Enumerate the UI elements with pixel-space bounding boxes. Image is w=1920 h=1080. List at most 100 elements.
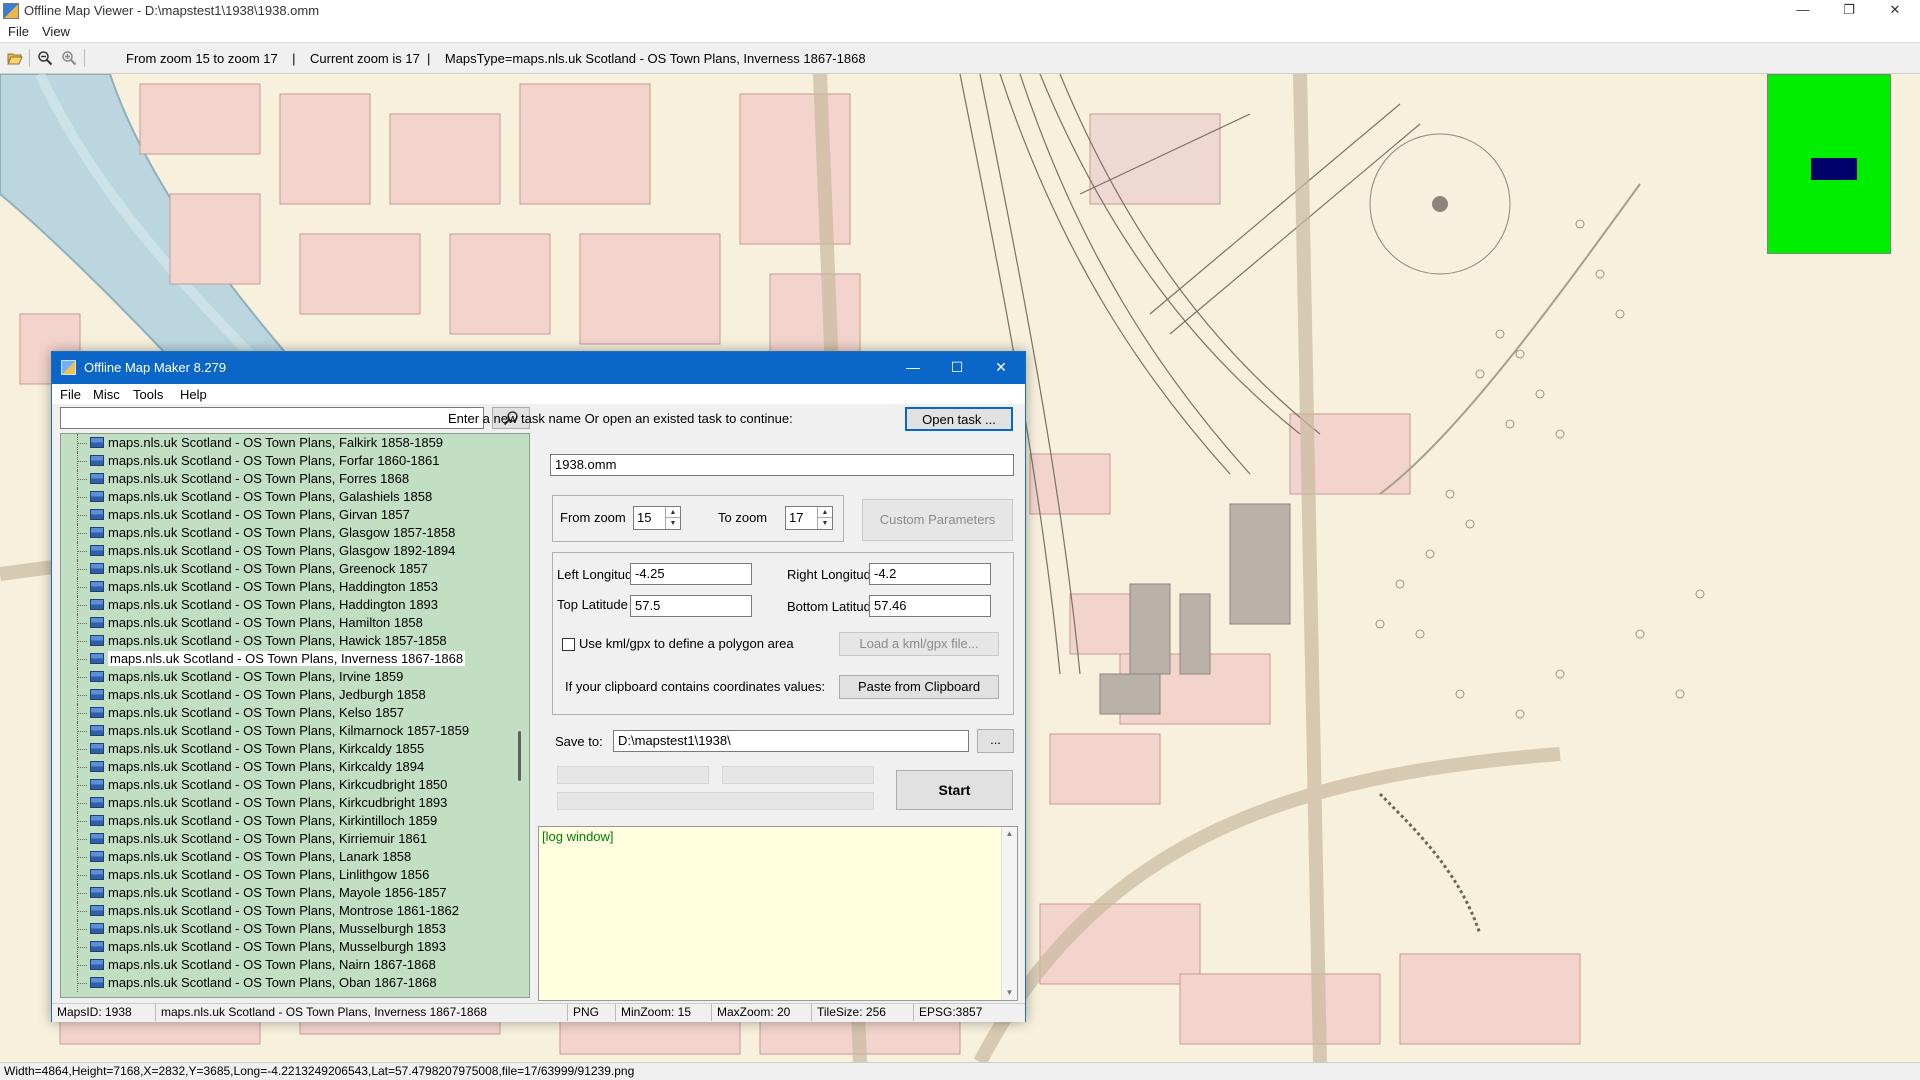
log-scrollbar[interactable]: ▲ ▼ <box>1001 827 1017 1000</box>
map-tile-icon <box>90 797 104 808</box>
save-to-label: Save to: <box>555 734 603 749</box>
map-tile-icon <box>90 617 104 628</box>
browse-folder-button[interactable]: ... <box>977 729 1014 753</box>
dialog-title: Offline Map Maker 8.279 <box>84 360 227 375</box>
map-list-item[interactable]: maps.nls.uk Scotland - OS Town Plans, Je… <box>61 686 511 704</box>
map-type-tree[interactable]: maps.nls.uk Scotland - OS Town Plans, Fa… <box>60 433 530 998</box>
minimap-viewport[interactable] <box>1811 158 1857 180</box>
map-list-item[interactable]: maps.nls.uk Scotland - OS Town Plans, Mo… <box>61 902 511 920</box>
map-list-item[interactable]: maps.nls.uk Scotland - OS Town Plans, La… <box>61 848 511 866</box>
right-longitude-field[interactable]: -4.2 <box>869 563 991 585</box>
to-zoom-value: 17 <box>789 510 804 525</box>
map-tile-icon <box>90 959 104 970</box>
map-list-item[interactable]: maps.nls.uk Scotland - OS Town Plans, Mu… <box>61 920 511 938</box>
map-list-item[interactable]: maps.nls.uk Scotland - OS Town Plans, Ki… <box>61 758 511 776</box>
map-list-item-label: maps.nls.uk Scotland - OS Town Plans, Ke… <box>108 705 405 720</box>
spin-down-icon[interactable]: ▼ <box>818 518 832 529</box>
map-list-item[interactable]: maps.nls.uk Scotland - OS Town Plans, Li… <box>61 866 511 884</box>
kml-checkbox[interactable] <box>562 638 575 651</box>
scroll-down-icon[interactable]: ▼ <box>1002 986 1017 1000</box>
map-list-item[interactable]: maps.nls.uk Scotland - OS Town Plans, Mu… <box>61 938 511 956</box>
close-button[interactable]: ✕ <box>1872 0 1918 22</box>
bottom-latitude-field[interactable]: 57.46 <box>869 595 991 617</box>
map-tile-icon <box>90 653 104 664</box>
map-list-item-label: maps.nls.uk Scotland - OS Town Plans, Gl… <box>108 543 456 558</box>
dialog-menu-misc[interactable]: Misc <box>93 387 120 402</box>
map-list-item[interactable]: maps.nls.uk Scotland - OS Town Plans, Na… <box>61 956 511 974</box>
spin-up-icon[interactable]: ▲ <box>818 507 832 518</box>
load-kml-button[interactable]: Load a kml/gpx file... <box>839 632 999 656</box>
map-list-item[interactable]: maps.nls.uk Scotland - OS Town Plans, Gi… <box>61 506 511 524</box>
map-list-item[interactable]: maps.nls.uk Scotland - OS Town Plans, Fa… <box>61 434 511 452</box>
open-folder-icon[interactable] <box>6 49 24 67</box>
dialog-minimize-button[interactable]: — <box>893 356 933 380</box>
dialog-menu-tools[interactable]: Tools <box>133 387 163 402</box>
dialog-close-button[interactable]: ✕ <box>981 356 1021 380</box>
task-name-field[interactable]: 1938.omm <box>550 454 1014 476</box>
dialog-menu-file[interactable]: File <box>60 387 81 402</box>
map-list-item[interactable]: maps.nls.uk Scotland - OS Town Plans, Ke… <box>61 704 511 722</box>
map-list-item[interactable]: maps.nls.uk Scotland - OS Town Plans, Ki… <box>61 794 511 812</box>
from-zoom-spinner[interactable]: 15 ▲ ▼ <box>633 506 681 530</box>
map-list-item-label: maps.nls.uk Scotland - OS Town Plans, Ki… <box>108 759 425 774</box>
menu-view[interactable]: View <box>42 24 70 39</box>
map-list-item[interactable]: maps.nls.uk Scotland - OS Town Plans, Gl… <box>61 542 511 560</box>
map-list-item[interactable]: maps.nls.uk Scotland - OS Town Plans, Gr… <box>61 560 511 578</box>
status-max-zoom: MaxZoom: 20 <box>712 1004 812 1021</box>
custom-parameters-button[interactable]: Custom Parameters <box>862 499 1013 541</box>
map-list-item[interactable]: maps.nls.uk Scotland - OS Town Plans, Ki… <box>61 740 511 758</box>
tree-scrollbar[interactable] <box>512 434 529 997</box>
open-task-button[interactable]: Open task ... <box>905 407 1013 431</box>
log-window[interactable]: [log window] ▲ ▼ <box>538 826 1018 1001</box>
top-latitude-field[interactable]: 57.5 <box>630 595 752 617</box>
map-list-item[interactable]: maps.nls.uk Scotland - OS Town Plans, Ki… <box>61 722 511 740</box>
to-zoom-spinner[interactable]: 17 ▲ ▼ <box>785 506 833 530</box>
save-to-field[interactable]: D:\mapstest1\1938\ <box>613 730 969 752</box>
spin-down-icon[interactable]: ▼ <box>666 518 680 529</box>
kml-label: Use kml/gpx to define a polygon area <box>579 636 794 651</box>
map-list-item[interactable]: maps.nls.uk Scotland - OS Town Plans, Ha… <box>61 614 511 632</box>
minimize-button[interactable]: — <box>1780 0 1826 22</box>
scroll-up-icon[interactable]: ▲ <box>1002 827 1017 841</box>
from-zoom-value: 15 <box>637 510 652 525</box>
map-list-item[interactable]: maps.nls.uk Scotland - OS Town Plans, Ha… <box>61 596 511 614</box>
map-list-item[interactable]: maps.nls.uk Scotland - OS Town Plans, Ki… <box>61 830 511 848</box>
map-list-item[interactable]: maps.nls.uk Scotland - OS Town Plans, Ha… <box>61 578 511 596</box>
map-search-input[interactable] <box>60 407 484 429</box>
map-list-item[interactable]: maps.nls.uk Scotland - OS Town Plans, Ir… <box>61 668 511 686</box>
map-list-panel: maps.nls.uk Scotland - OS Town Plans, Fa… <box>60 407 530 1001</box>
map-list-item-label: maps.nls.uk Scotland - OS Town Plans, Ki… <box>108 831 428 846</box>
progress-bar-1 <box>557 766 709 784</box>
zoom-in-icon[interactable] <box>60 49 78 67</box>
map-list-item[interactable]: maps.nls.uk Scotland - OS Town Plans, Fo… <box>61 470 511 488</box>
status-maps-id: MapsID: 1938 <box>52 1004 156 1021</box>
restore-button[interactable]: ❐ <box>1826 0 1872 22</box>
overview-minimap[interactable] <box>1767 74 1891 254</box>
start-button[interactable]: Start <box>896 770 1013 810</box>
map-tile-icon <box>90 527 104 538</box>
zoom-out-icon[interactable] <box>36 49 54 67</box>
map-list-item[interactable]: maps.nls.uk Scotland - OS Town Plans, Ob… <box>61 974 511 992</box>
dialog-menu-help[interactable]: Help <box>180 387 207 402</box>
map-tile-icon <box>90 851 104 862</box>
map-list-item[interactable]: maps.nls.uk Scotland - OS Town Plans, Ki… <box>61 812 511 830</box>
map-list-item[interactable]: maps.nls.uk Scotland - OS Town Plans, In… <box>61 650 511 668</box>
menu-file[interactable]: File <box>8 24 29 39</box>
tree-scroll-thumb[interactable] <box>518 731 521 781</box>
right-longitude-label: Right Longitude <box>787 567 879 582</box>
left-longitude-field[interactable]: -4.25 <box>630 563 752 585</box>
map-list-item[interactable]: maps.nls.uk Scotland - OS Town Plans, Ga… <box>61 488 511 506</box>
map-list-item[interactable]: maps.nls.uk Scotland - OS Town Plans, Ha… <box>61 632 511 650</box>
map-tile-icon <box>90 779 104 790</box>
map-list-item-label: maps.nls.uk Scotland - OS Town Plans, Gl… <box>108 525 456 540</box>
dialog-titlebar: Offline Map Maker 8.279 — ☐ ✕ <box>52 352 1025 384</box>
map-tile-icon <box>90 977 104 988</box>
map-list-item-label: maps.nls.uk Scotland - OS Town Plans, Ir… <box>108 669 404 684</box>
dialog-maximize-button[interactable]: ☐ <box>937 356 977 380</box>
map-list-item[interactable]: maps.nls.uk Scotland - OS Town Plans, Ma… <box>61 884 511 902</box>
paste-clipboard-button[interactable]: Paste from Clipboard <box>839 675 999 699</box>
spin-up-icon[interactable]: ▲ <box>666 507 680 518</box>
map-list-item[interactable]: maps.nls.uk Scotland - OS Town Plans, Gl… <box>61 524 511 542</box>
map-list-item[interactable]: maps.nls.uk Scotland - OS Town Plans, Ki… <box>61 776 511 794</box>
map-list-item[interactable]: maps.nls.uk Scotland - OS Town Plans, Fo… <box>61 452 511 470</box>
